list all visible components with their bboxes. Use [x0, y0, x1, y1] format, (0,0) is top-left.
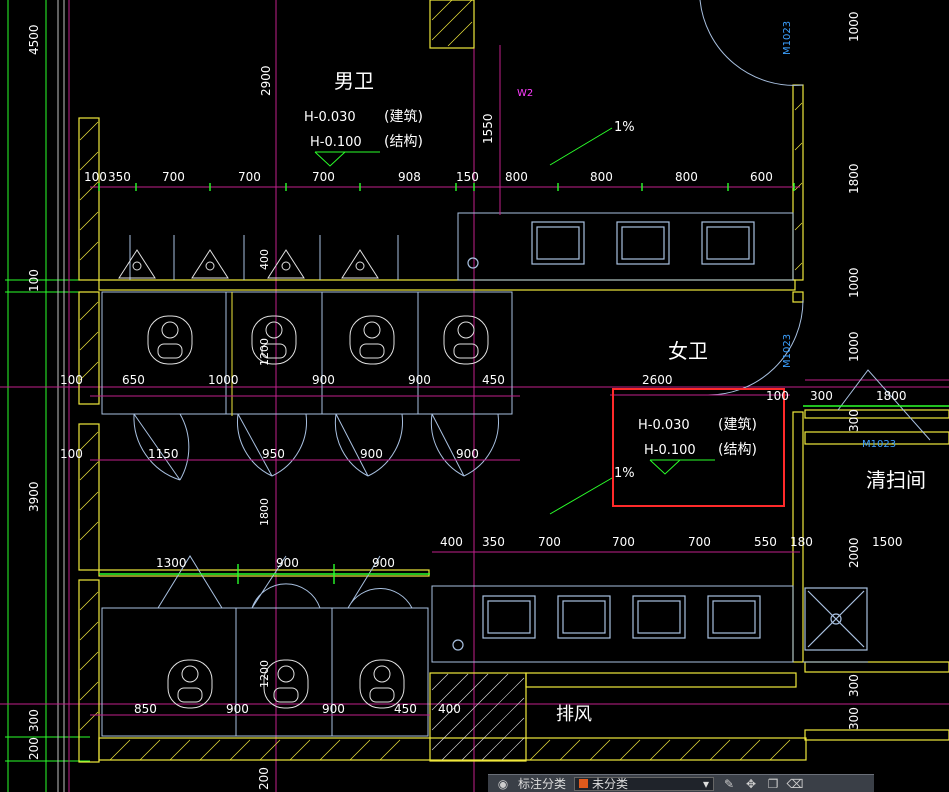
dim-mid-4: 1800 — [258, 498, 271, 526]
dim-top-5: 908 — [398, 170, 421, 184]
dim-right-6: 2000 — [847, 537, 861, 568]
partitions — [101, 0, 868, 737]
dim-sink-0: 400 — [440, 535, 463, 549]
dim-stall-2: 1000 — [208, 373, 239, 387]
dim-sink-7: 1500 — [872, 535, 903, 549]
dim-top-7: 800 — [505, 170, 528, 184]
dim-top-0: 100 — [84, 170, 107, 184]
dim-bottom-0: 850 — [134, 702, 157, 716]
dim-left-1: 100 — [27, 269, 41, 292]
dim-top-6: 150 — [456, 170, 479, 184]
dim-top-1: 350 — [108, 170, 131, 184]
dim-stall-5: 450 — [482, 373, 505, 387]
dim-stall-4: 900 — [408, 373, 431, 387]
dim-sink-3: 700 — [612, 535, 635, 549]
dim-door-3: 900 — [360, 447, 383, 461]
dim-right-2: 1000 — [847, 267, 861, 298]
dim-left-4: 300 — [27, 709, 41, 732]
dim-door-4: 900 — [456, 447, 479, 461]
dim-right-1: 1800 — [847, 163, 861, 194]
dim-lower-door-1: 900 — [276, 556, 299, 570]
dim-sink-4: 700 — [688, 535, 711, 549]
dim-door-0: 100 — [60, 447, 83, 461]
door-tag-3: M1023 — [862, 439, 896, 450]
dim-door-2: 950 — [262, 447, 285, 461]
dim-top-4: 700 — [312, 170, 335, 184]
dim-lower-door-0: 1300 — [156, 556, 187, 570]
dim-right-4: 300 — [847, 409, 861, 432]
dim-left-5: 200 — [27, 737, 41, 760]
dim-stall-3: 900 — [312, 373, 335, 387]
dim-mid-1: 1550 — [481, 113, 495, 144]
category-swatch — [579, 779, 589, 788]
slope-label-women: 1% — [614, 466, 635, 481]
dim-women-1: 100 — [766, 389, 789, 403]
dim-mid-3: 1200 — [258, 338, 271, 366]
edit-icon[interactable]: ✎ — [722, 777, 736, 791]
door-tag-2: M1023 — [782, 334, 793, 368]
category-select[interactable]: 未分类 ▾ — [574, 776, 715, 791]
dim-lower-v-1: 200 — [257, 767, 271, 790]
dim-mid-2: 400 — [258, 249, 271, 270]
dim-bottom-3: 450 — [394, 702, 417, 716]
annotation-toolbar: ◉ 标注分类 未分类 ▾ ✎ ✥ ❐ ⌫ — [488, 774, 874, 792]
move-icon[interactable]: ✥ — [744, 777, 758, 791]
dim-left-0: 4500 — [27, 24, 41, 55]
window-tag-w2: W2 — [517, 88, 533, 99]
dim-women-3: 1800 — [876, 389, 907, 403]
wall-hatching — [79, 0, 803, 761]
dim-sink-6: 180 — [790, 535, 813, 549]
dim-stall-1: 650 — [122, 373, 145, 387]
dim-sink-5: 550 — [754, 535, 777, 549]
binoculars-icon[interactable]: ◉ — [496, 777, 510, 791]
dim-lower-door-2: 900 — [372, 556, 395, 570]
elevation-men-struct-note: (结构) — [384, 134, 423, 150]
dim-women-2: 300 — [810, 389, 833, 403]
copy-icon[interactable]: ❐ — [766, 777, 780, 791]
dim-top-2: 700 — [162, 170, 185, 184]
dim-left-3: 3900 — [27, 481, 41, 512]
dim-top-8: 800 — [590, 170, 613, 184]
room-label-women: 女卫 — [668, 339, 708, 363]
left-extension-lines — [5, 0, 90, 792]
dim-right-0: 1000 — [847, 11, 861, 42]
dim-door-1: 1150 — [148, 447, 179, 461]
elevation-men-arch-note: (建筑) — [384, 109, 423, 125]
dim-sink-2: 700 — [538, 535, 561, 549]
delete-icon[interactable]: ⌫ — [787, 777, 804, 791]
elevation-men-arch: H-0.030 — [304, 110, 356, 125]
elevation-women-arch: H-0.030 — [638, 418, 690, 433]
dim-top-10: 600 — [750, 170, 773, 184]
column-hatch — [431, 673, 525, 761]
elevation-men-struct: H-0.100 — [310, 135, 362, 150]
dim-right-3: 1000 — [847, 331, 861, 362]
dim-sink-1: 350 — [482, 535, 505, 549]
dim-top-3: 700 — [238, 170, 261, 184]
dim-mid-0: 2900 — [259, 65, 273, 96]
elevation-women-struct-note: (结构) — [718, 442, 757, 458]
dim-right-5: 300 — [847, 674, 861, 697]
category-selected: 未分类 — [592, 777, 629, 791]
cad-drawing-canvas[interactable]: 男卫 女卫 清扫间 排风 H-0.030 (建筑) H-0.100 (结构) H… — [0, 0, 949, 792]
urinals — [118, 249, 379, 279]
dim-bottom-4: 400 — [438, 702, 461, 716]
selection-highlight[interactable] — [612, 388, 785, 507]
room-label-men: 男卫 — [334, 69, 374, 93]
room-label-cleaning: 清扫间 — [866, 468, 926, 492]
dim-top-9: 800 — [675, 170, 698, 184]
elevation-women-arch-note: (建筑) — [718, 417, 757, 433]
dim-bottom-1: 900 — [226, 702, 249, 716]
room-label-exhaust: 排风 — [556, 704, 592, 725]
slope-label-men: 1% — [614, 120, 635, 135]
door-tag-1: M1023 — [782, 21, 793, 55]
dim-right-7: 300 — [847, 707, 861, 730]
dim-bottom-2: 900 — [322, 702, 345, 716]
chevron-down-icon: ▾ — [702, 776, 710, 791]
left-axis-lines — [57, 0, 65, 792]
elevation-women-struct: H-0.100 — [644, 443, 696, 458]
dimension-lines — [90, 45, 800, 716]
dim-lower-v-0: 1200 — [258, 660, 271, 688]
toolbar-label: 标注分类 — [518, 777, 567, 791]
dim-women-0: 2600 — [642, 373, 673, 387]
